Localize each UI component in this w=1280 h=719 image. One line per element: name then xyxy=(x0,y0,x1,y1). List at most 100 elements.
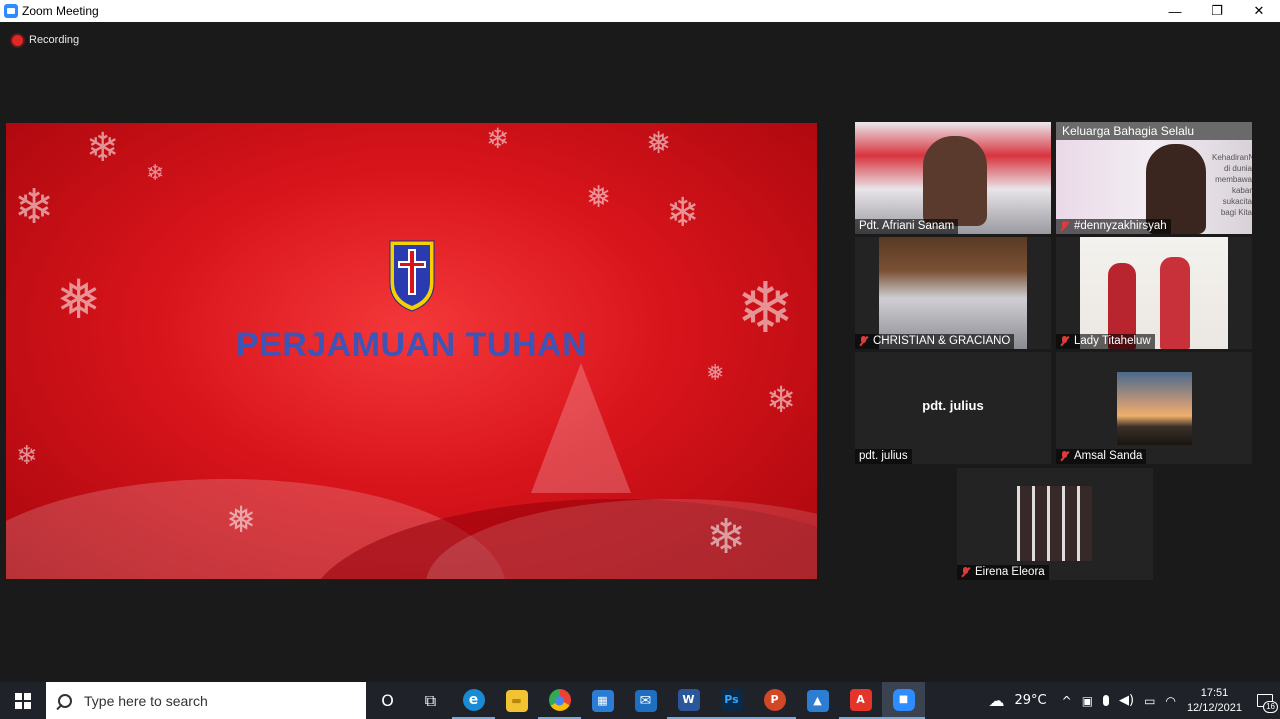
participant-tile[interactable]: Lady Titaheluw xyxy=(1056,237,1252,349)
snowflake-icon: ❄ xyxy=(706,509,747,565)
photoshop-icon: Ps xyxy=(720,688,743,711)
chevron-up-icon[interactable]: ^ xyxy=(1062,694,1072,708)
snowflake-icon: ❄ xyxy=(86,125,120,171)
photos-button[interactable]: ▲ xyxy=(796,682,839,719)
powerpoint-icon: P xyxy=(763,688,786,711)
start-button[interactable] xyxy=(0,682,46,719)
volume-icon[interactable]: ◀) xyxy=(1119,693,1134,708)
windows-taskbar: Type here to search O ⧉ e ▬ ● ▦ ✉ W Ps P… xyxy=(0,682,1280,719)
participant-tile[interactable]: pdt. julius pdt. julius xyxy=(855,352,1051,464)
participant-name: Lady Titaheluw xyxy=(1056,334,1155,349)
acrobat-button[interactable]: A xyxy=(839,682,882,719)
search-placeholder: Type here to search xyxy=(84,692,208,709)
action-center-button[interactable]: 16 xyxy=(1250,682,1280,719)
acrobat-icon: A xyxy=(849,688,872,711)
word-button[interactable]: W xyxy=(667,682,710,719)
word-icon: W xyxy=(677,688,700,711)
store-button[interactable]: ▦ xyxy=(581,682,624,719)
battery-icon[interactable]: ▭ xyxy=(1144,694,1155,708)
clock[interactable]: 17:51 12/12/2021 xyxy=(1187,686,1242,716)
zoom-app-icon xyxy=(4,4,18,18)
meeting-area: Recording ❄ ❄ ❅ ❄ ❄ ❅ ❄ ❄ ❅ ❄ ❅ ❄ ❅ ❄ PE… xyxy=(0,22,1280,682)
church-logo-icon xyxy=(389,240,435,312)
participant-video xyxy=(923,136,987,226)
zoom-button[interactable]: ■ xyxy=(882,682,925,719)
participant-tile[interactable]: Amsal Sanda xyxy=(1056,352,1252,464)
video-overlay-text: Keluarga Bahagia Selalu xyxy=(1062,124,1195,138)
powerpoint-button[interactable]: P xyxy=(753,682,796,719)
participant-name: Eirena Eleora xyxy=(957,565,1049,580)
mail-icon: ✉ xyxy=(634,689,657,712)
close-button[interactable]: ✕ xyxy=(1238,0,1280,22)
zoom-icon: ■ xyxy=(892,688,915,711)
snowflake-icon: ❅ xyxy=(646,126,672,161)
snowflake-icon: ❄ xyxy=(766,380,797,421)
chrome-button[interactable]: ● xyxy=(538,682,581,719)
restore-button[interactable]: ❐ xyxy=(1196,0,1238,22)
window-controls: — ❐ ✕ xyxy=(1154,0,1280,22)
snowflake-icon: ❄ xyxy=(146,161,165,186)
photos-icon: ▲ xyxy=(806,689,829,712)
christmas-tree-decoration xyxy=(531,363,631,493)
participant-display-name: pdt. julius xyxy=(922,398,984,413)
clock-date: 12/12/2021 xyxy=(1186,701,1242,714)
participant-name: #dennyzakhirsyah xyxy=(1056,219,1171,234)
clock-time: 17:51 xyxy=(1200,686,1229,699)
participant-video xyxy=(879,237,1027,349)
microphone-icon[interactable] xyxy=(1103,695,1110,706)
shared-screen[interactable]: ❄ ❄ ❅ ❄ ❄ ❅ ❄ ❄ ❅ ❄ ❅ ❄ ❅ ❄ PERJAMUAN TU… xyxy=(6,123,817,579)
participant-name: Amsal Sanda xyxy=(1056,449,1147,464)
participant-tile[interactable]: Keluarga Bahagia Selalu KehadiranNya di … xyxy=(1056,122,1252,234)
participant-tile[interactable]: CHRISTIAN & GRACIANO xyxy=(855,237,1051,349)
snowflake-icon: ❄ xyxy=(666,190,700,236)
muted-mic-icon xyxy=(961,567,970,577)
notification-count: 16 xyxy=(1263,701,1278,713)
participant-video: Keluarga Bahagia Selalu xyxy=(1056,122,1252,140)
task-view-icon: ⧉ xyxy=(424,690,437,710)
store-icon: ▦ xyxy=(591,689,614,712)
recording-indicator[interactable]: Recording xyxy=(12,34,79,46)
participant-video: KehadiranNya di dunia membawa kabar suka… xyxy=(1212,152,1252,230)
temperature-label[interactable]: 29°C xyxy=(1015,693,1047,708)
participant-name: CHRISTIAN & GRACIANO xyxy=(855,334,1015,349)
chrome-icon: ● xyxy=(548,688,571,711)
photoshop-button[interactable]: Ps xyxy=(710,682,753,719)
wifi-icon[interactable]: ◠ xyxy=(1165,694,1175,708)
video-side-text: KehadiranNya di dunia membawa kabar suka… xyxy=(1212,153,1252,217)
snowflake-icon: ❅ xyxy=(706,361,725,386)
cortana-icon: O xyxy=(381,691,394,710)
slide-title: PERJAMUAN TUHAN xyxy=(235,326,588,364)
participant-tile[interactable]: Pdt. Afriani Sanam xyxy=(855,122,1051,234)
recording-dot-icon xyxy=(12,34,23,46)
participant-name: pdt. julius xyxy=(855,449,912,464)
search-icon xyxy=(58,693,72,708)
snowflake-icon: ❅ xyxy=(226,500,257,541)
meet-now-icon[interactable]: ▣ xyxy=(1082,694,1093,708)
edge-icon: e xyxy=(462,688,485,711)
taskbar-search-box[interactable]: Type here to search xyxy=(46,682,366,719)
snowflake-icon: ❄ xyxy=(14,179,55,235)
system-tray: ☁ 29°C ^ ▣ ◀) ▭ ◠ 17:51 12/12/2021 16 xyxy=(984,682,1280,719)
muted-mic-icon xyxy=(1060,221,1069,231)
edge-button[interactable]: e xyxy=(452,682,495,719)
cortana-button[interactable]: O xyxy=(366,682,409,719)
muted-mic-icon xyxy=(1060,451,1069,461)
participant-video xyxy=(1080,237,1228,349)
windows-logo-icon xyxy=(15,692,31,709)
mail-button[interactable]: ✉ xyxy=(624,682,667,719)
snowflake-icon: ❅ xyxy=(56,268,102,331)
participant-video xyxy=(1017,486,1092,561)
participant-tile[interactable]: Eirena Eleora xyxy=(957,468,1153,580)
snowflake-icon: ❄ xyxy=(486,123,510,155)
recording-label: Recording xyxy=(29,34,80,46)
task-view-button[interactable]: ⧉ xyxy=(409,682,452,719)
participant-video xyxy=(1160,257,1190,349)
window-titlebar: Zoom Meeting — ❐ ✕ xyxy=(0,0,1280,22)
cloud-rain-icon[interactable]: ☁ xyxy=(989,691,1005,710)
snowflake-icon: ❅ xyxy=(586,180,612,215)
minimize-button[interactable]: — xyxy=(1154,0,1196,22)
file-explorer-button[interactable]: ▬ xyxy=(495,682,538,719)
participant-video xyxy=(1117,372,1192,445)
participant-name: Pdt. Afriani Sanam xyxy=(855,219,959,234)
muted-mic-icon xyxy=(859,336,868,346)
